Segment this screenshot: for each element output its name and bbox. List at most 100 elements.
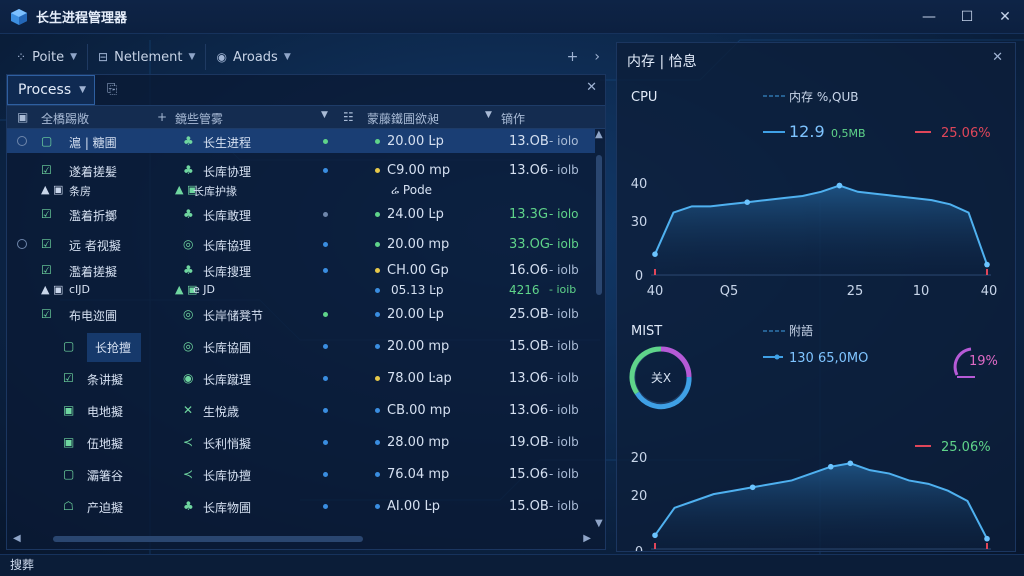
- row-status: - iolb: [549, 263, 579, 277]
- row-value: 24.00 Ŀp: [387, 207, 444, 222]
- row-name: 长抢擅: [87, 333, 142, 362]
- column-header-name[interactable]: 全橋踢敞: [41, 110, 89, 127]
- tab-process[interactable]: Process ▼: [7, 75, 95, 105]
- table-row[interactable]: ▢ 滬 | 糖圃 ♣ 长生进程 20.00 Ŀp 13.OB - iolo: [7, 129, 595, 153]
- row-process-icon: ♣: [183, 499, 194, 513]
- row-size: 13.OB: [509, 134, 549, 149]
- row-value: 78.00 Ŀap: [387, 371, 452, 386]
- mist-pct: 19%: [969, 354, 998, 369]
- row-value-dot: [375, 139, 380, 144]
- mist-legend-label: 附語: [789, 323, 813, 338]
- row-process-icon: ≺: [183, 435, 194, 449]
- table-row[interactable]: ☑ 遂着搓髪 ♣ 长库协理 C9.00 mp 13.O6- iolb: [7, 159, 595, 181]
- close-window-button[interactable]: ✕: [986, 0, 1024, 34]
- select-all-icon[interactable]: ▣: [17, 110, 28, 124]
- row-process: e JD: [193, 283, 215, 296]
- row-value-dot: [375, 268, 380, 273]
- row-process: 长库蹴理: [203, 373, 252, 387]
- table-row[interactable]: ☖ 产迫擬 ♣ 长库物圃 ΑI.00 Ŀp 15.OB - iolb: [7, 491, 595, 521]
- row-status-dot: [323, 212, 328, 217]
- row-status-dot: [323, 139, 328, 144]
- row-value: CH.00 Gp: [387, 263, 449, 278]
- toolbar-item-poite[interactable]: ⁘ Poite ▼: [6, 44, 89, 70]
- row-status-icon: ▲ ▣: [41, 283, 64, 296]
- row-size: 16.O6: [509, 263, 549, 278]
- tab-process-label: Process: [18, 82, 72, 98]
- mist-reading-marker: [774, 354, 780, 360]
- minimize-button[interactable]: —: [910, 0, 948, 34]
- row-status: - iolb: [549, 307, 579, 321]
- toolbar-item-label: Poite: [32, 49, 65, 65]
- maximize-button[interactable]: ☐: [948, 0, 986, 34]
- scroll-up-icon[interactable]: ▲: [595, 129, 603, 140]
- row-process: 生悅歳: [203, 405, 240, 419]
- row-status-dot: [323, 376, 328, 381]
- vertical-scrollbar[interactable]: ▲ ▼: [595, 129, 603, 529]
- row-name: 遂着搓髪: [69, 165, 118, 179]
- row-size: 13.O6: [509, 163, 549, 178]
- next-tab-button[interactable]: ›: [594, 49, 600, 65]
- grid-icon: ⁘: [16, 50, 27, 64]
- row-name: 条讲擬: [87, 373, 124, 387]
- scroll-down-icon[interactable]: ▼: [595, 518, 603, 529]
- close-memory-panel-button[interactable]: ✕: [992, 50, 1003, 65]
- row-status-icon: ☑: [41, 207, 52, 221]
- add-tab-button[interactable]: +: [567, 49, 579, 65]
- table-row[interactable]: ☑ 条讲擬 ◉ 长库蹴理 78.00 Ŀap 13.O6- iolb: [7, 363, 595, 393]
- toolbar-item-netlement[interactable]: ⊟ Netlement ▼: [88, 44, 207, 70]
- row-name: 远 者视擬: [69, 239, 121, 253]
- table-row[interactable]: ▲ ▣ 条房 ▲ ▣ 长库护掾 ሬ Pode: [7, 181, 595, 199]
- scroll-right-icon[interactable]: ▶: [583, 533, 591, 544]
- row-radio[interactable]: [17, 136, 27, 146]
- close-panel-button[interactable]: ✕: [586, 80, 597, 95]
- row-status: - iolb: [549, 467, 579, 481]
- row-process: 长库協圃: [203, 341, 252, 355]
- mem-reading-pct: 25.06%: [941, 440, 991, 455]
- toolbar: ⁘ Poite ▼ ⊟ Netlement ▼ ◉ Aroads ▼ + ›: [6, 42, 606, 72]
- row-status-icon: ☑: [41, 237, 52, 251]
- table-row[interactable]: ▣ 伍地擬 ≺ 长利悄擬 28.00 mp 19.OB - iolb: [7, 427, 595, 457]
- chart-area: [655, 463, 987, 549]
- row-process-icon: ♣: [183, 207, 194, 221]
- row-status-dot: [323, 312, 328, 317]
- chart-x-tick-label: Q5: [720, 284, 739, 299]
- table-row[interactable]: ☑ 远 者视擬 ◎ 长库協理 20.00 mp 33.OG - iolb: [7, 229, 595, 259]
- chart-point: [827, 463, 834, 470]
- memory-panel-title: 内存 | 恰息: [627, 54, 697, 70]
- row-radio[interactable]: [17, 239, 27, 249]
- column-header-process[interactable]: 鏡些管雾: [175, 110, 223, 127]
- chart-point: [652, 532, 658, 539]
- row-status-icon: ▢: [63, 339, 75, 353]
- table-row[interactable]: ▢ 灞箸谷 ≺ 长库协擅 76.04 mp 15.O6- iolb: [7, 459, 595, 489]
- table-row[interactable]: ▢ 长抢擅 ◎ 长库協圃 20.00 mp 15.OB - iolb: [7, 331, 595, 362]
- column-header-value[interactable]: 蒙藤鐵圃欲昶: [367, 110, 439, 127]
- column-header-action[interactable]: 镝作: [501, 110, 525, 127]
- table-row[interactable]: ☑ 濫着折擲 ♣ 长库敢理 24.00 Ŀp 13.3G - iolo: [7, 199, 595, 229]
- table-row[interactable]: ☑ 布电迩圃 ◎ 长岸储凳节 20.00 Ŀp 25.OB - iolb: [7, 299, 595, 329]
- table-row[interactable]: ▣ 电地擬 ✕ 生悅歳 CB.00 mp 13.O6- iolb: [7, 395, 595, 425]
- toolbar-item-aroads[interactable]: ◉ Aroads ▼: [206, 44, 300, 70]
- row-value: 20.00 mp: [387, 339, 450, 354]
- scroll-thumb[interactable]: [596, 155, 602, 295]
- row-value-dot: [375, 312, 380, 317]
- row-process-icon: ◎: [183, 307, 194, 321]
- table-row[interactable]: ▲ ▣ cIJD ▲ ▣ e JD 05.13 Ŀp 4216- ioib: [7, 281, 595, 299]
- add-column-icon[interactable]: +: [157, 110, 167, 124]
- row-value-dot: [375, 504, 380, 509]
- scroll-left-icon[interactable]: ◀: [13, 533, 21, 544]
- row-status-icon: ▢: [41, 134, 53, 148]
- document-icon[interactable]: ⎘: [107, 82, 117, 97]
- table-row[interactable]: ☑ 濫着搓擬 ♣ 长库搜理 CH.00 Gp 16.O6- iolb: [7, 259, 595, 281]
- row-process: 长库协擅: [203, 469, 252, 483]
- row-name: 条房: [69, 185, 91, 198]
- row-size: 15.OB: [509, 339, 549, 354]
- row-size: 15.OB: [509, 499, 549, 514]
- row-value-dot: [375, 288, 380, 293]
- horizontal-scrollbar[interactable]: ◀ ▶: [7, 529, 605, 549]
- cpu-reading-pct: 25.06%: [941, 126, 991, 141]
- filter-icon[interactable]: ☷: [343, 110, 354, 124]
- row-value: 28.00 mp: [387, 435, 450, 450]
- row-name: 电地擬: [87, 405, 124, 419]
- scroll-thumb[interactable]: [53, 536, 363, 542]
- chart-area: [655, 185, 987, 275]
